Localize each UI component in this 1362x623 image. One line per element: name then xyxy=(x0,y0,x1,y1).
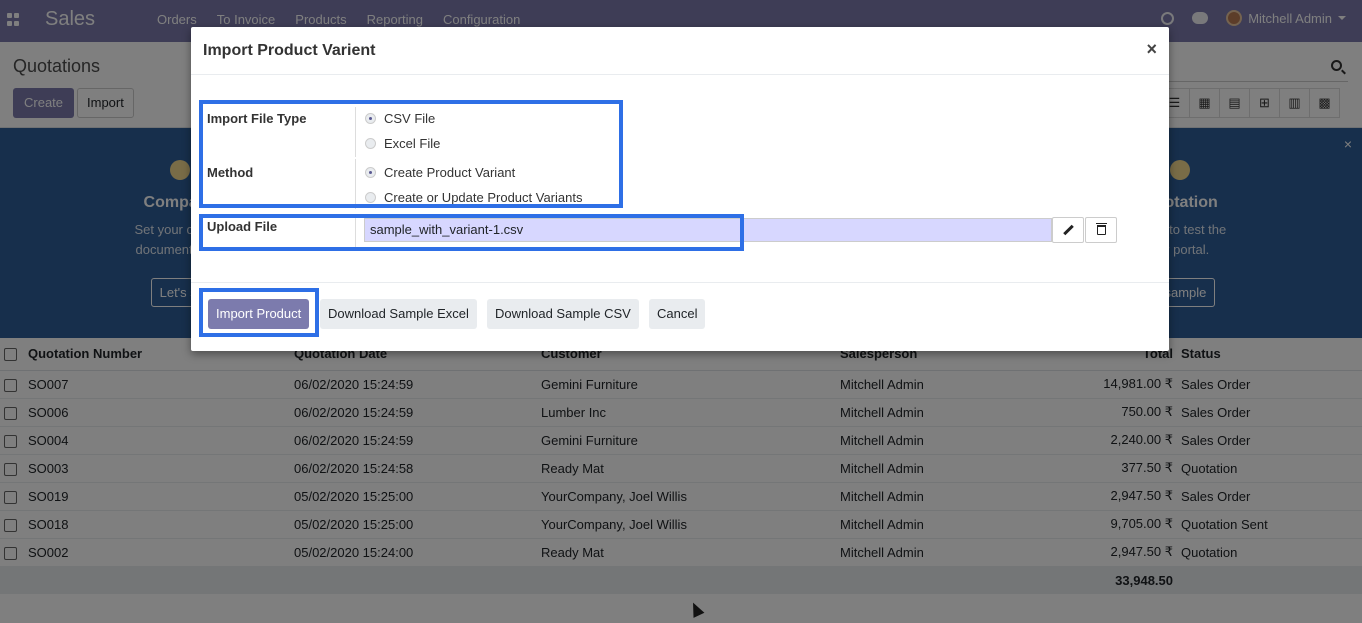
modal-title: Import Product Varient xyxy=(203,42,376,59)
pencil-icon xyxy=(1064,226,1073,235)
cancel-button[interactable]: Cancel xyxy=(649,299,706,329)
trash-icon xyxy=(1095,223,1107,235)
import-product-variant-dialog: Import Product Varient × Import File Typ… xyxy=(191,27,1169,351)
edit-file-button[interactable] xyxy=(1052,217,1084,243)
close-icon[interactable]: × xyxy=(1146,39,1157,60)
footer-divider xyxy=(191,282,1169,283)
clear-file-button[interactable] xyxy=(1085,217,1117,243)
download-sample-excel-button[interactable]: Download Sample Excel xyxy=(320,299,477,329)
highlight-box-import-button xyxy=(199,288,319,337)
download-sample-csv-button[interactable]: Download Sample CSV xyxy=(487,299,639,329)
highlight-box-upload xyxy=(199,214,744,251)
highlight-box-options xyxy=(199,100,623,208)
modal-header: Import Product Varient × xyxy=(191,27,1169,75)
